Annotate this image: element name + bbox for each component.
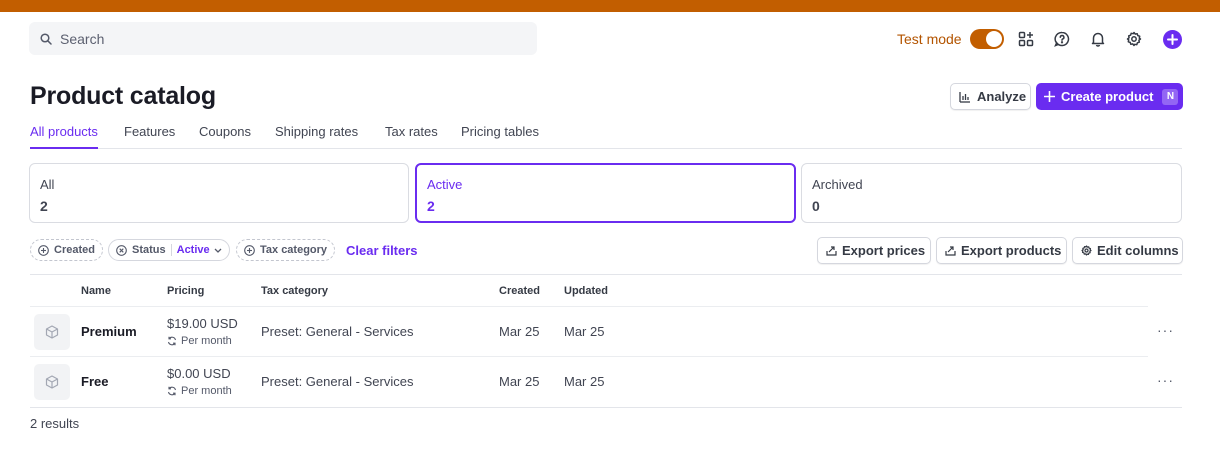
filter-status-label: Status — [132, 244, 166, 256]
tax-category-cell: Preset: General - Services — [261, 374, 414, 389]
test-mode-toggle[interactable] — [969, 29, 1004, 49]
chip-divider — [170, 244, 172, 256]
page-title: Product catalog — [30, 82, 216, 110]
export-prices-label: Export prices — [842, 243, 926, 258]
product-name[interactable]: Free — [81, 374, 108, 389]
edit-columns-label: Edit columns — [1097, 243, 1179, 258]
export-prices-button[interactable]: Export prices — [817, 237, 931, 264]
search-icon — [40, 32, 52, 45]
export-products-label: Export products — [961, 243, 1062, 258]
filter-tax-category[interactable]: Tax category — [236, 239, 336, 261]
status-card-archived[interactable]: Archived 0 — [801, 163, 1182, 223]
table-bottom-border — [30, 407, 1182, 408]
status-card-label: All — [40, 177, 55, 192]
remove-filter-icon[interactable] — [116, 244, 127, 256]
tab-all-products[interactable]: All products — [30, 124, 98, 149]
status-card-active[interactable]: Active 2 — [415, 163, 796, 223]
created-cell: Mar 25 — [499, 324, 540, 339]
product-price: $19.00 USD — [167, 316, 238, 331]
created-cell: Mar 25 — [499, 374, 540, 389]
status-card-count: 2 — [427, 198, 435, 214]
chevron-down-icon — [214, 248, 222, 253]
product-image-placeholder — [34, 314, 70, 350]
filter-status-value: Active — [176, 244, 210, 256]
results-count: 2 results — [30, 416, 80, 431]
apps-icon[interactable] — [1017, 30, 1035, 48]
product-price: $0.00 USD — [167, 366, 231, 381]
export-icon — [826, 245, 837, 256]
product-image-placeholder — [34, 364, 70, 400]
toggle-knob — [985, 31, 1002, 47]
create-product-label: Create product — [1061, 89, 1154, 104]
search-input[interactable]: Search — [29, 22, 537, 55]
updated-cell: Mar 25 — [564, 374, 605, 389]
recurring-icon — [167, 336, 177, 346]
plus-icon — [1044, 91, 1055, 102]
status-card-label: Active — [427, 177, 463, 192]
export-icon — [945, 245, 956, 256]
help-icon[interactable] — [1053, 30, 1071, 48]
tax-category-cell: Preset: General - Services — [261, 324, 414, 339]
row-divider — [30, 356, 1148, 357]
billing-period-label: Per month — [181, 385, 232, 397]
column-header-pricing[interactable]: Pricing — [167, 285, 204, 297]
column-header-name[interactable]: Name — [81, 285, 111, 297]
clear-filters-link[interactable]: Clear filters — [346, 243, 418, 258]
create-product-button[interactable]: Create product N — [1036, 83, 1183, 110]
more-actions-icon[interactable]: ··· — [1157, 372, 1174, 388]
recurring-icon — [167, 386, 177, 396]
test-mode-banner — [0, 0, 1220, 12]
row-divider — [30, 306, 1148, 307]
test-mode-control: Test mode — [897, 29, 1004, 49]
filter-status[interactable]: Status Active — [108, 239, 230, 261]
tab-tax-rates[interactable]: Tax rates — [385, 124, 438, 149]
gear-icon — [1081, 245, 1092, 256]
more-actions-icon[interactable]: ··· — [1157, 322, 1174, 338]
product-name[interactable]: Premium — [81, 324, 137, 339]
table-top-border — [30, 274, 1182, 275]
bell-icon[interactable] — [1089, 30, 1107, 48]
export-products-button[interactable]: Export products — [936, 237, 1067, 264]
column-header-updated[interactable]: Updated — [564, 285, 608, 297]
add-filter-icon — [244, 244, 255, 256]
search-placeholder: Search — [60, 30, 105, 47]
edit-columns-button[interactable]: Edit columns — [1072, 237, 1183, 264]
analyze-label: Analyze — [977, 89, 1027, 104]
chart-icon — [959, 91, 971, 103]
billing-period-label: Per month — [181, 335, 232, 347]
status-card-label: Archived — [812, 177, 863, 192]
add-filter-icon — [38, 244, 49, 256]
tab-features[interactable]: Features — [124, 124, 175, 149]
gear-icon[interactable] — [1125, 30, 1143, 48]
tab-shipping-rates[interactable]: Shipping rates — [275, 124, 358, 149]
keyboard-shortcut-badge: N — [1162, 88, 1179, 105]
updated-cell: Mar 25 — [564, 324, 605, 339]
billing-period: Per month — [167, 335, 232, 347]
filter-tax-category-label: Tax category — [260, 244, 328, 256]
filter-created[interactable]: Created — [30, 239, 103, 261]
plus-icon[interactable] — [1163, 30, 1182, 49]
status-card-all[interactable]: All 2 — [29, 163, 409, 223]
tab-coupons[interactable]: Coupons — [199, 124, 251, 149]
analyze-button[interactable]: Analyze — [950, 83, 1031, 110]
test-mode-label: Test mode — [897, 31, 962, 47]
tab-pricing-tables[interactable]: Pricing tables — [461, 124, 539, 149]
column-header-tax-category[interactable]: Tax category — [261, 285, 328, 297]
column-header-created[interactable]: Created — [499, 285, 540, 297]
filter-created-label: Created — [54, 244, 95, 256]
status-card-count: 0 — [812, 198, 820, 214]
billing-period: Per month — [167, 385, 232, 397]
tab-bar: All products Features Coupons Shipping r… — [30, 124, 1182, 149]
status-card-count: 2 — [40, 198, 48, 214]
